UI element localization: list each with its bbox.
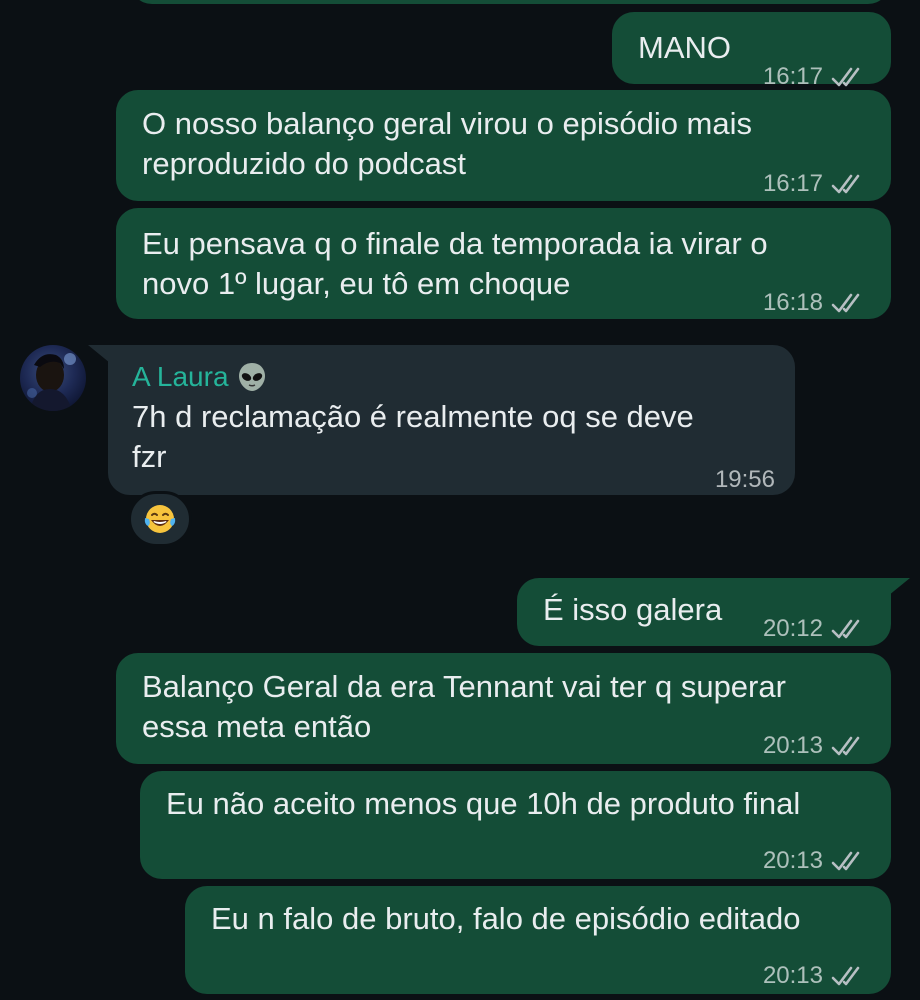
avatar-photo [27, 353, 76, 411]
message-text: É isso galera [543, 592, 723, 627]
message-bubble-outgoing[interactable]: MANO 16:17 [612, 12, 891, 90]
message-text: Eu pensava q o finale da temporada ia vi… [142, 226, 768, 301]
double-check-icon [831, 293, 860, 313]
message-text: Eu não aceito menos que 10h de produto f… [166, 786, 801, 821]
message-bubble-outgoing[interactable]: Eu n falo de bruto, falo de episódio edi… [185, 886, 891, 994]
chat-scroll-area[interactable]: MANO 16:17 O nosso balanço geral virou o… [0, 0, 920, 1000]
message-bubble-outgoing[interactable]: Balanço Geral da era Tennant vai ter q s… [116, 653, 891, 764]
contact-avatar[interactable] [20, 345, 86, 411]
message-time: 20:13 [762, 962, 823, 989]
message-text: Eu n falo de bruto, falo de episódio edi… [211, 901, 801, 936]
message-meta: 20:13 [763, 841, 867, 881]
sender-name-text: A Laura [132, 361, 229, 392]
message-meta: 20:13 [763, 726, 867, 766]
message-text: Balanço Geral da era Tennant vai ter q s… [142, 669, 786, 744]
message-time: 16:17 [762, 170, 823, 197]
message-meta: 20:13 [763, 956, 867, 996]
double-check-icon [831, 851, 860, 871]
bubble-tail [88, 345, 110, 363]
double-check-icon [831, 174, 860, 194]
message-meta: 20:12 [763, 609, 867, 649]
message-bubble-outgoing[interactable]: O nosso balanço geral virou o episódio m… [116, 90, 891, 201]
bubble-tail [888, 578, 910, 596]
message-bubble-incoming[interactable]: A Laura 7h d reclamação é realmente oq s… [108, 345, 795, 495]
message-meta: 16:18 [763, 283, 867, 323]
message-bubble-outgoing[interactable]: Eu pensava q o finale da temporada ia vi… [116, 208, 891, 319]
double-check-icon [831, 966, 860, 986]
message-bubble-outgoing[interactable]: Eu não aceito menos que 10h de produto f… [140, 771, 891, 879]
message-meta: 19:56 [715, 460, 775, 500]
message-time: 20:13 [762, 732, 823, 759]
message-bubble-outgoing[interactable]: É isso galera 20:12 [517, 578, 891, 646]
message-time: 16:18 [762, 289, 823, 316]
message-text: O nosso balanço geral virou o episódio m… [142, 106, 753, 181]
message-reaction[interactable] [128, 491, 192, 547]
double-check-icon [831, 736, 860, 756]
double-check-icon [831, 619, 860, 639]
message-time: 19:56 [714, 466, 775, 493]
sender-name[interactable]: A Laura [132, 357, 269, 397]
message-text: MANO [638, 30, 731, 65]
message-text: 7h d reclamação é realmente oq se deve f… [132, 399, 694, 474]
face-with-tears-of-joy-icon [144, 505, 176, 533]
alien-face-icon [238, 363, 265, 391]
previous-message-bubble[interactable] [130, 0, 890, 4]
double-check-icon [831, 67, 860, 87]
message-time: 20:13 [762, 847, 823, 874]
message-time: 20:12 [762, 615, 823, 642]
message-meta: 16:17 [763, 164, 867, 204]
